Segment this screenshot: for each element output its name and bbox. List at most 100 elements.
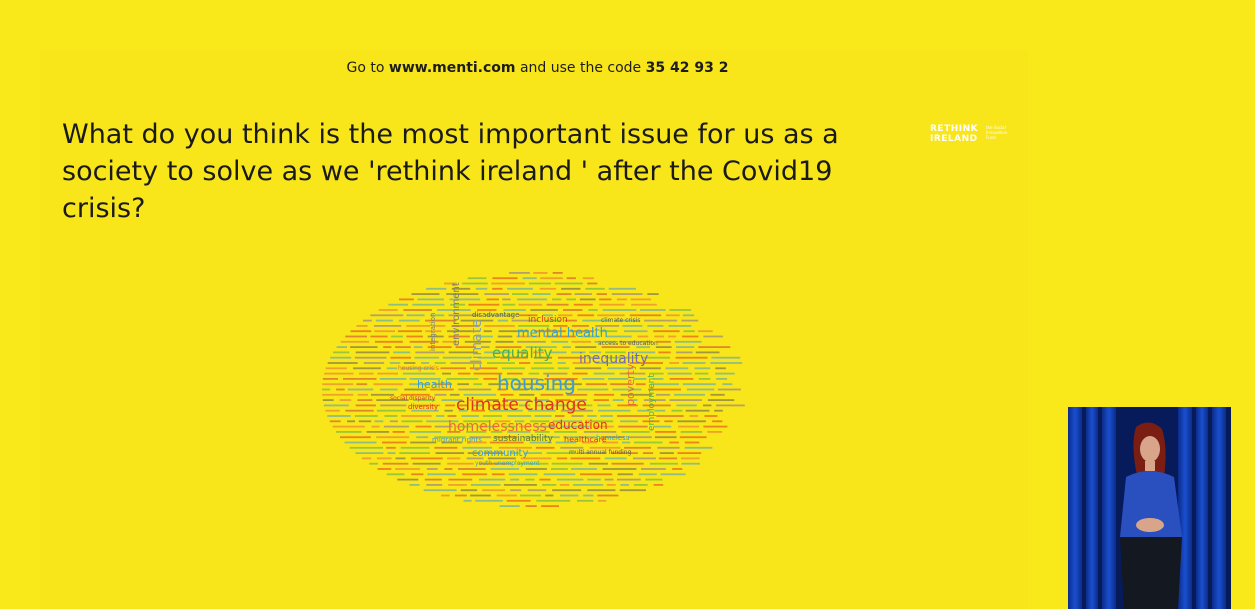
- cloud-texture-mark: [487, 362, 515, 364]
- cloud-texture-mark: [714, 409, 723, 412]
- cloud-texture-mark: [506, 499, 531, 502]
- cloud-texture-mark: [608, 287, 636, 290]
- cloud-texture-mark: [533, 272, 548, 274]
- cloud-texture-mark: [597, 494, 619, 497]
- cloud-texture-mark: [492, 277, 518, 280]
- cloud-texture-mark: [370, 335, 388, 338]
- cloud-texture-mark: [415, 425, 432, 428]
- cloud-texture-mark: [345, 409, 374, 412]
- cloud-texture-mark: [414, 356, 440, 359]
- cloud-texture-mark: [492, 287, 503, 290]
- cloud-texture-mark: [376, 436, 410, 439]
- cloud-texture-mark: [674, 393, 705, 396]
- cloud-texture-mark: [343, 378, 377, 380]
- cloud-texture-mark: [434, 446, 458, 449]
- cloud-texture-mark: [619, 489, 646, 492]
- cloud-texture-mark: [631, 303, 657, 306]
- cloud-texture-mark: [382, 441, 407, 444]
- cloud-texture-mark: [536, 499, 571, 502]
- cloud-texture-mark: [555, 415, 565, 417]
- cloud-texture-mark: [517, 298, 547, 301]
- cloud-texture-mark: [497, 335, 513, 338]
- cloud-texture-mark: [392, 431, 405, 433]
- cloud-texture-mark: [322, 393, 354, 396]
- speaker-figure: [1068, 407, 1231, 609]
- cloud-texture-mark: [675, 356, 708, 359]
- cloud-texture-mark: [491, 473, 505, 476]
- cloud-texture-mark: [563, 309, 583, 311]
- cloud-texture-mark: [522, 277, 537, 280]
- cloud-word: diversity: [408, 403, 439, 411]
- cloud-texture-mark: [577, 314, 595, 317]
- cloud-texture-mark: [376, 409, 406, 412]
- cloud-texture-mark: [421, 362, 430, 364]
- cloud-texture-mark: [517, 340, 546, 343]
- cloud-texture-mark: [703, 404, 712, 407]
- cloud-texture-mark: [483, 415, 502, 417]
- cloud-texture-mark: [435, 452, 465, 454]
- cloud-texture-mark: [374, 340, 403, 343]
- cloud-texture-mark: [401, 415, 432, 417]
- cloud-texture-mark: [403, 309, 432, 311]
- cloud-texture-mark: [395, 468, 421, 470]
- cloud-texture-mark: [596, 293, 607, 295]
- cloud-texture-mark: [417, 298, 444, 301]
- cloud-texture-mark: [684, 446, 713, 449]
- cloud-texture-mark: [355, 351, 390, 354]
- cloud-texture-mark: [347, 420, 355, 423]
- cloud-texture-mark: [386, 473, 405, 476]
- cloud-texture-mark: [397, 478, 419, 481]
- cloud-texture-mark: [486, 298, 499, 301]
- cloud-texture-mark: [468, 303, 500, 306]
- cloud-texture-mark: [715, 367, 726, 370]
- cloud-texture-mark: [496, 494, 517, 497]
- join-url[interactable]: www.menti.com: [389, 60, 516, 76]
- cloud-texture-mark: [676, 404, 697, 407]
- cloud-texture-mark: [602, 309, 637, 311]
- cloud-texture-mark: [350, 346, 378, 348]
- cloud-texture-mark: [359, 372, 374, 375]
- cloud-texture-mark: [582, 378, 605, 380]
- cloud-texture-mark: [573, 303, 593, 306]
- cloud-texture-mark: [461, 415, 479, 417]
- cloud-texture-mark: [356, 383, 368, 386]
- cloud-texture-mark: [475, 499, 503, 502]
- cloud-texture-mark: [434, 362, 446, 364]
- cloud-texture-mark: [410, 457, 443, 460]
- cloud-texture-mark: [369, 462, 378, 465]
- cloud-texture-mark: [618, 425, 648, 428]
- cloud-texture-mark: [454, 494, 467, 497]
- cloud-texture-mark: [551, 340, 569, 343]
- cloud-texture-mark: [354, 415, 378, 417]
- cloud-texture-mark: [436, 415, 445, 417]
- cloud-texture-mark: [635, 383, 646, 386]
- rethink-ireland-logo: RETHINK IRELAND the Social Innovation Fu…: [930, 124, 1010, 150]
- cloud-texture-mark: [681, 319, 699, 322]
- cloud-texture-mark: [654, 436, 677, 439]
- cloud-texture-mark: [703, 335, 723, 338]
- cloud-texture-mark: [512, 293, 529, 295]
- cloud-texture-mark: [722, 383, 733, 386]
- cloud-texture-mark: [629, 314, 662, 317]
- cloud-texture-mark: [658, 351, 671, 354]
- cloud-texture-mark: [669, 362, 680, 364]
- cloud-texture-mark: [695, 351, 720, 354]
- cloud-texture-mark: [366, 431, 390, 433]
- cloud-texture-mark: [382, 462, 409, 465]
- cloud-texture-mark: [525, 478, 535, 481]
- cloud-texture-mark: [588, 462, 608, 465]
- cloud-texture-mark: [542, 484, 557, 486]
- cloud-texture-mark: [393, 351, 411, 354]
- cloud-texture-mark: [676, 351, 693, 354]
- cloud-texture-mark: [406, 335, 423, 338]
- cloud-texture-mark: [340, 340, 370, 343]
- cloud-texture-mark: [698, 330, 713, 333]
- presentation-frame: Go to www.menti.com and use the code 35 …: [0, 0, 1255, 609]
- cloud-texture-mark: [507, 287, 533, 290]
- cloud-word: housing: [497, 371, 576, 395]
- cloud-texture-mark: [484, 293, 509, 295]
- cloud-texture-mark: [322, 383, 354, 386]
- cloud-texture-mark: [401, 420, 423, 423]
- cloud-texture-mark: [508, 473, 538, 476]
- cloud-texture-mark: [423, 489, 457, 492]
